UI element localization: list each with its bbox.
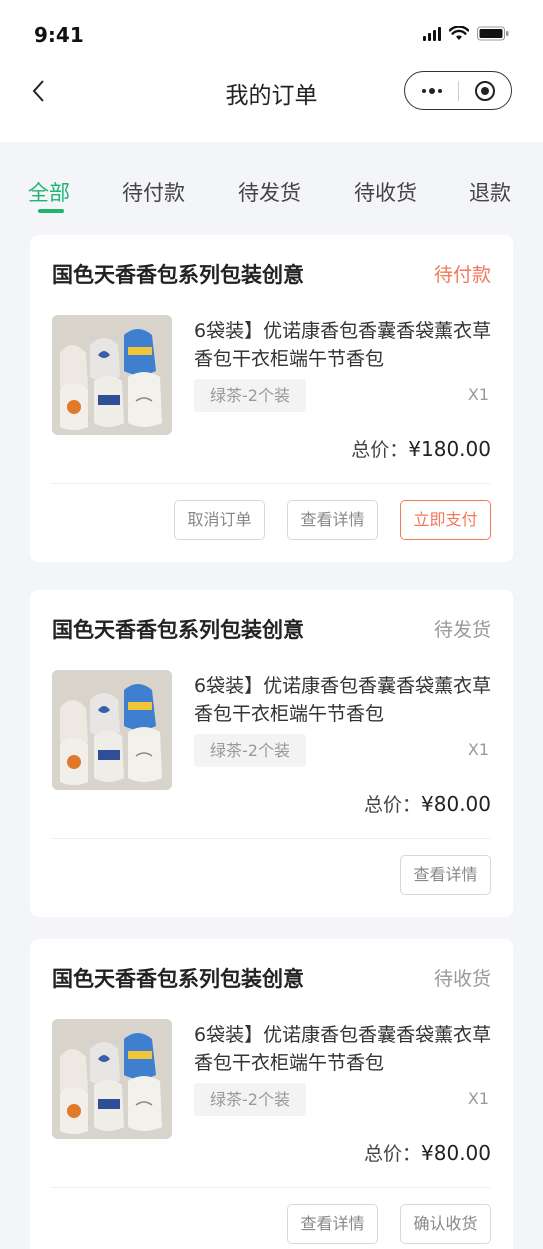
product-spec: 绿茶-2个装 [194,734,306,767]
divider [52,838,491,839]
product-spec: 绿茶-2个装 [194,379,306,412]
tab-pending-payment[interactable]: 待付款 [122,177,185,207]
wifi-icon [449,26,469,40]
product-image[interactable] [52,670,172,790]
order-card[interactable]: 国色天香香包系列包装创意 待发货 6袋装】优诺康香包香囊香袋薰衣草香包干衣柜端午… [30,590,513,917]
total-label: 总价： [364,794,422,816]
product-spec: 绿茶-2个装 [194,1083,306,1116]
product-title: 6袋装】优诺康香包香囊香袋薰衣草香包干衣柜端午节香包 [194,1024,492,1074]
cancel-order-button[interactable]: 取消订单 [174,500,265,540]
status-icons [423,26,509,41]
view-details-button[interactable]: 查看详情 [400,855,491,895]
close-button[interactable] [459,80,511,101]
shop-name: 国色天香香包系列包装创意 [52,967,304,991]
more-button[interactable] [405,72,458,109]
total-price: ¥180.00 [408,437,491,461]
confirm-receipt-button[interactable]: 确认收货 [400,1204,491,1244]
tab-pending-shipment[interactable]: 待发货 [238,177,301,207]
shop-name: 国色天香香包系列包装创意 [52,263,304,287]
tab-pending-receipt[interactable]: 待收货 [354,177,417,207]
status-time: 9:41 [34,23,84,47]
product-quantity: X1 [467,740,489,759]
total-label: 总价： [351,439,409,461]
total-price: ¥80.00 [421,792,491,816]
order-status: 待收货 [433,968,491,990]
tab-refund[interactable]: 退款 [469,177,511,207]
pay-now-button[interactable]: 立即支付 [400,500,491,540]
active-tab-indicator [38,209,64,213]
order-total: 总价：¥180.00 [351,435,491,462]
status-bar: 9:41 [0,0,543,70]
divider [52,483,491,484]
battery-icon [477,26,509,41]
total-price: ¥80.00 [421,1141,491,1165]
order-tabs: 全部 待付款 待发货 待收货 退款 [0,165,543,215]
order-card[interactable]: 国色天香香包系列包装创意 待收货 6袋装】优诺康香包香囊香袋薰衣草香包干衣柜端午… [30,939,513,1249]
order-total: 总价：¥80.00 [364,790,491,817]
header: 9:41 我的订单 [0,0,543,142]
divider [52,1187,491,1188]
order-card[interactable]: 国色天香香包系列包装创意 待付款 6袋装】优诺康香包香囊香袋薰衣草香包干衣柜端午… [30,235,513,562]
product-quantity: X1 [467,1089,489,1108]
tab-all[interactable]: 全部 [28,177,70,207]
mini-program-capsule [404,71,512,110]
product-image[interactable] [52,1019,172,1139]
total-label: 总价： [364,1143,422,1165]
target-icon [475,80,495,101]
product-image[interactable] [52,315,172,435]
product-title: 6袋装】优诺康香包香囊香袋薰衣草香包干衣柜端午节香包 [194,675,492,725]
order-total: 总价：¥80.00 [364,1139,491,1166]
product-quantity: X1 [467,385,489,404]
view-details-button[interactable]: 查看详情 [287,500,378,540]
signal-icon [423,26,441,41]
order-status: 待付款 [433,264,491,286]
nav-bar: 我的订单 [0,62,543,122]
product-title: 6袋装】优诺康香包香囊香袋薰衣草香包干衣柜端午节香包 [194,320,492,370]
view-details-button[interactable]: 查看详情 [287,1204,378,1244]
shop-name: 国色天香香包系列包装创意 [52,618,304,642]
order-status: 待发货 [433,619,491,641]
